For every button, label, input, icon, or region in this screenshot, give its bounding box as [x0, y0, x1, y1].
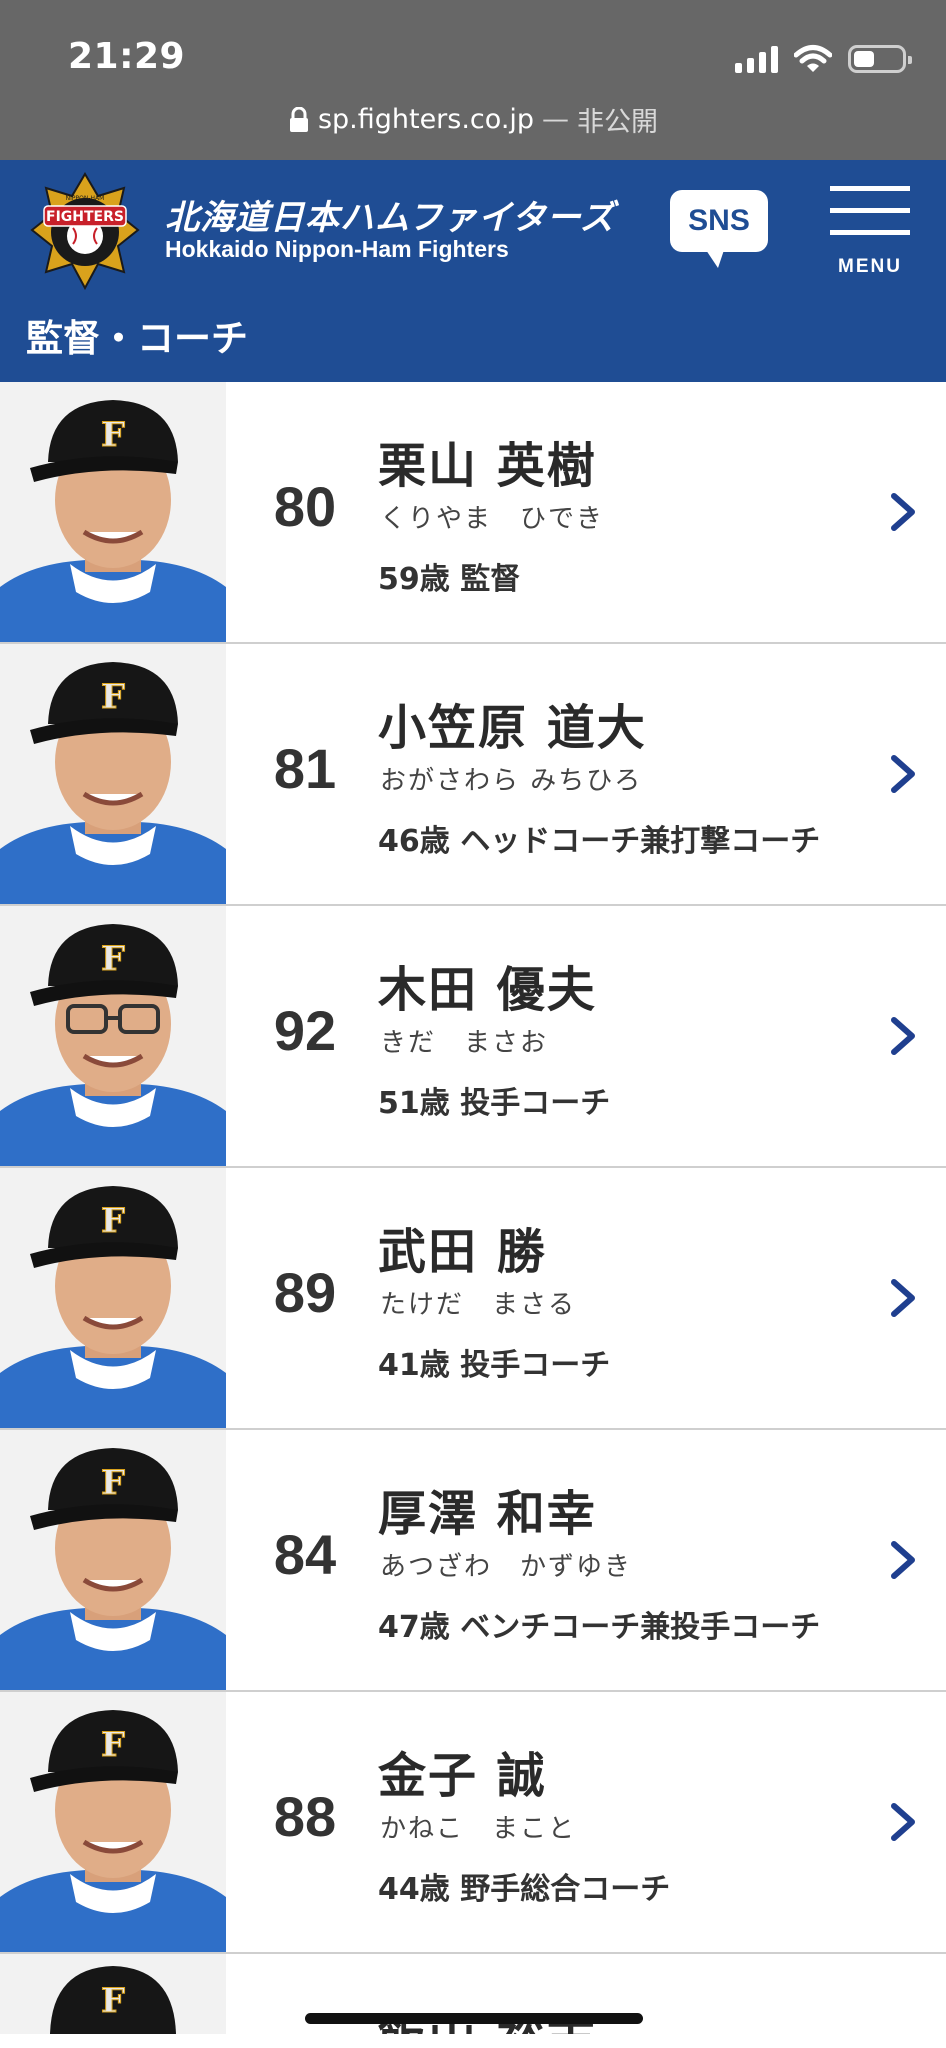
battery-icon [848, 45, 912, 73]
status-icons [735, 40, 912, 78]
svg-text:F: F [101, 677, 125, 717]
team-logo-image: FIGHTERS NIPPON-HAM [30, 172, 140, 291]
coach-photo: F [0, 1954, 226, 2034]
svg-text:F: F [101, 939, 125, 979]
home-indicator[interactable] [305, 2013, 643, 2024]
coach-row[interactable]: F 81 小笠原 道大おがさわら みちひろ 46歳 ヘッドコーチ兼打撃コーチ [0, 644, 946, 906]
sns-button[interactable]: SNS [670, 190, 768, 268]
coach-kana: きだ まさお [380, 1028, 549, 1058]
chevron-right-icon [891, 493, 915, 531]
coach-kana: おがさわら みちひろ [380, 766, 643, 796]
wifi-icon [794, 45, 832, 72]
svg-text:F: F [101, 1201, 125, 1241]
privacy-label: 非公開 [577, 107, 659, 138]
coach-photo: F [0, 1692, 226, 1952]
chevron-right-icon [891, 1017, 915, 1055]
svg-text:F: F [101, 1981, 125, 2021]
coach-kana: かねこ まこと [380, 1814, 577, 1844]
url-bar[interactable]: sp.fighters.co.jp — 非公開 [0, 100, 946, 139]
coach-row[interactable]: F 92 木田 優夫きだ まさお 51歳 投手コーチ [0, 906, 946, 1168]
lock-icon [289, 106, 308, 132]
site-header: FIGHTERS NIPPON-HAM 北海道日本ハムファイターズ Hokkai… [0, 160, 946, 382]
menu-button[interactable]: MENU [828, 186, 912, 277]
coach-name: 武田 勝 [378, 1224, 547, 1280]
coach-role: 59歳 監督 [378, 562, 521, 597]
coach-role: 51歳 投手コーチ [378, 1086, 611, 1121]
coach-row[interactable]: F 84 厚澤 和幸あつざわ かずゆき 47歳 ベンチコーチ兼投手コーチ [0, 1430, 946, 1692]
coach-name: 木田 優夫 [378, 962, 597, 1018]
coach-photo: F [0, 1430, 226, 1690]
coach-photo: F [0, 1168, 226, 1428]
coach-kana: あつざわ かずゆき [380, 1552, 633, 1582]
brand-name-en: Hokkaido Nippon-Ham Fighters [165, 236, 509, 262]
coach-photo: F [0, 644, 226, 904]
chevron-right-icon [891, 755, 915, 793]
status-bar: 21:29 sp.fighters.co.jp — 非公開 [0, 0, 946, 160]
coach-kana: くりやま ひでき [380, 504, 605, 534]
sns-button-label: SNS [688, 204, 750, 237]
svg-text:F: F [101, 415, 125, 455]
coach-row[interactable]: F 89 武田 勝たけだ まさる 41歳 投手コーチ [0, 1168, 946, 1430]
coach-name: 小笠原 道大 [378, 700, 647, 756]
chevron-right-icon [891, 1279, 915, 1317]
team-logo[interactable]: FIGHTERS NIPPON-HAM [30, 172, 140, 291]
logo-text: FIGHTERS [46, 209, 124, 225]
chevron-right-icon [891, 1803, 915, 1841]
coach-kana: たけだ まさる [380, 1290, 577, 1320]
svg-text:F: F [101, 1463, 125, 1503]
chevron-right-icon [891, 1541, 915, 1579]
coach-photo: F [0, 906, 226, 1166]
coach-number: 92 [273, 999, 337, 1062]
coach-row[interactable]: F 88 金子 誠かねこ まこと 44歳 野手総合コーチ [0, 1692, 946, 1954]
coach-row[interactable]: F 80 栗山 英樹くりやま ひでき 59歳 監督 [0, 382, 946, 644]
coach-number: 88 [273, 1785, 337, 1848]
coach-name: 厚澤 和幸 [378, 1486, 597, 1542]
svg-text:F: F [101, 1725, 125, 1765]
menu-label: MENU [838, 256, 902, 277]
logo-text-top: NIPPON-HAM [66, 195, 105, 202]
coach-list: F 80 栗山 英樹くりやま ひでき 59歳 監督 F 81 小笠原 道大おがさわら みち… [0, 382, 946, 2034]
coach-number: 81 [273, 737, 337, 800]
coach-photo: F [0, 382, 226, 642]
coach-name: 栗山 英樹 [378, 438, 597, 494]
coach-role: 41歳 投手コーチ [378, 1348, 611, 1383]
status-time: 21:29 [68, 36, 186, 77]
coach-role: 47歳 ベンチコーチ兼投手コーチ [378, 1610, 821, 1645]
coach-number: 80 [273, 475, 337, 538]
coach-name: 金子 誠 [378, 1748, 547, 1804]
cellular-signal-icon [735, 45, 778, 73]
page-title: 監督・コーチ [26, 317, 248, 360]
url-text: sp.fighters.co.jp [317, 104, 535, 135]
coach-role: 46歳 ヘッドコーチ兼打撃コーチ [378, 824, 821, 859]
url-separator: — [542, 104, 570, 135]
coach-number: 89 [273, 1261, 337, 1324]
coach-role: 44歳 野手総合コーチ [378, 1872, 671, 1907]
coach-number: 84 [273, 1523, 337, 1586]
brand-name-jp: 北海道日本ハムファイターズ [165, 198, 615, 238]
